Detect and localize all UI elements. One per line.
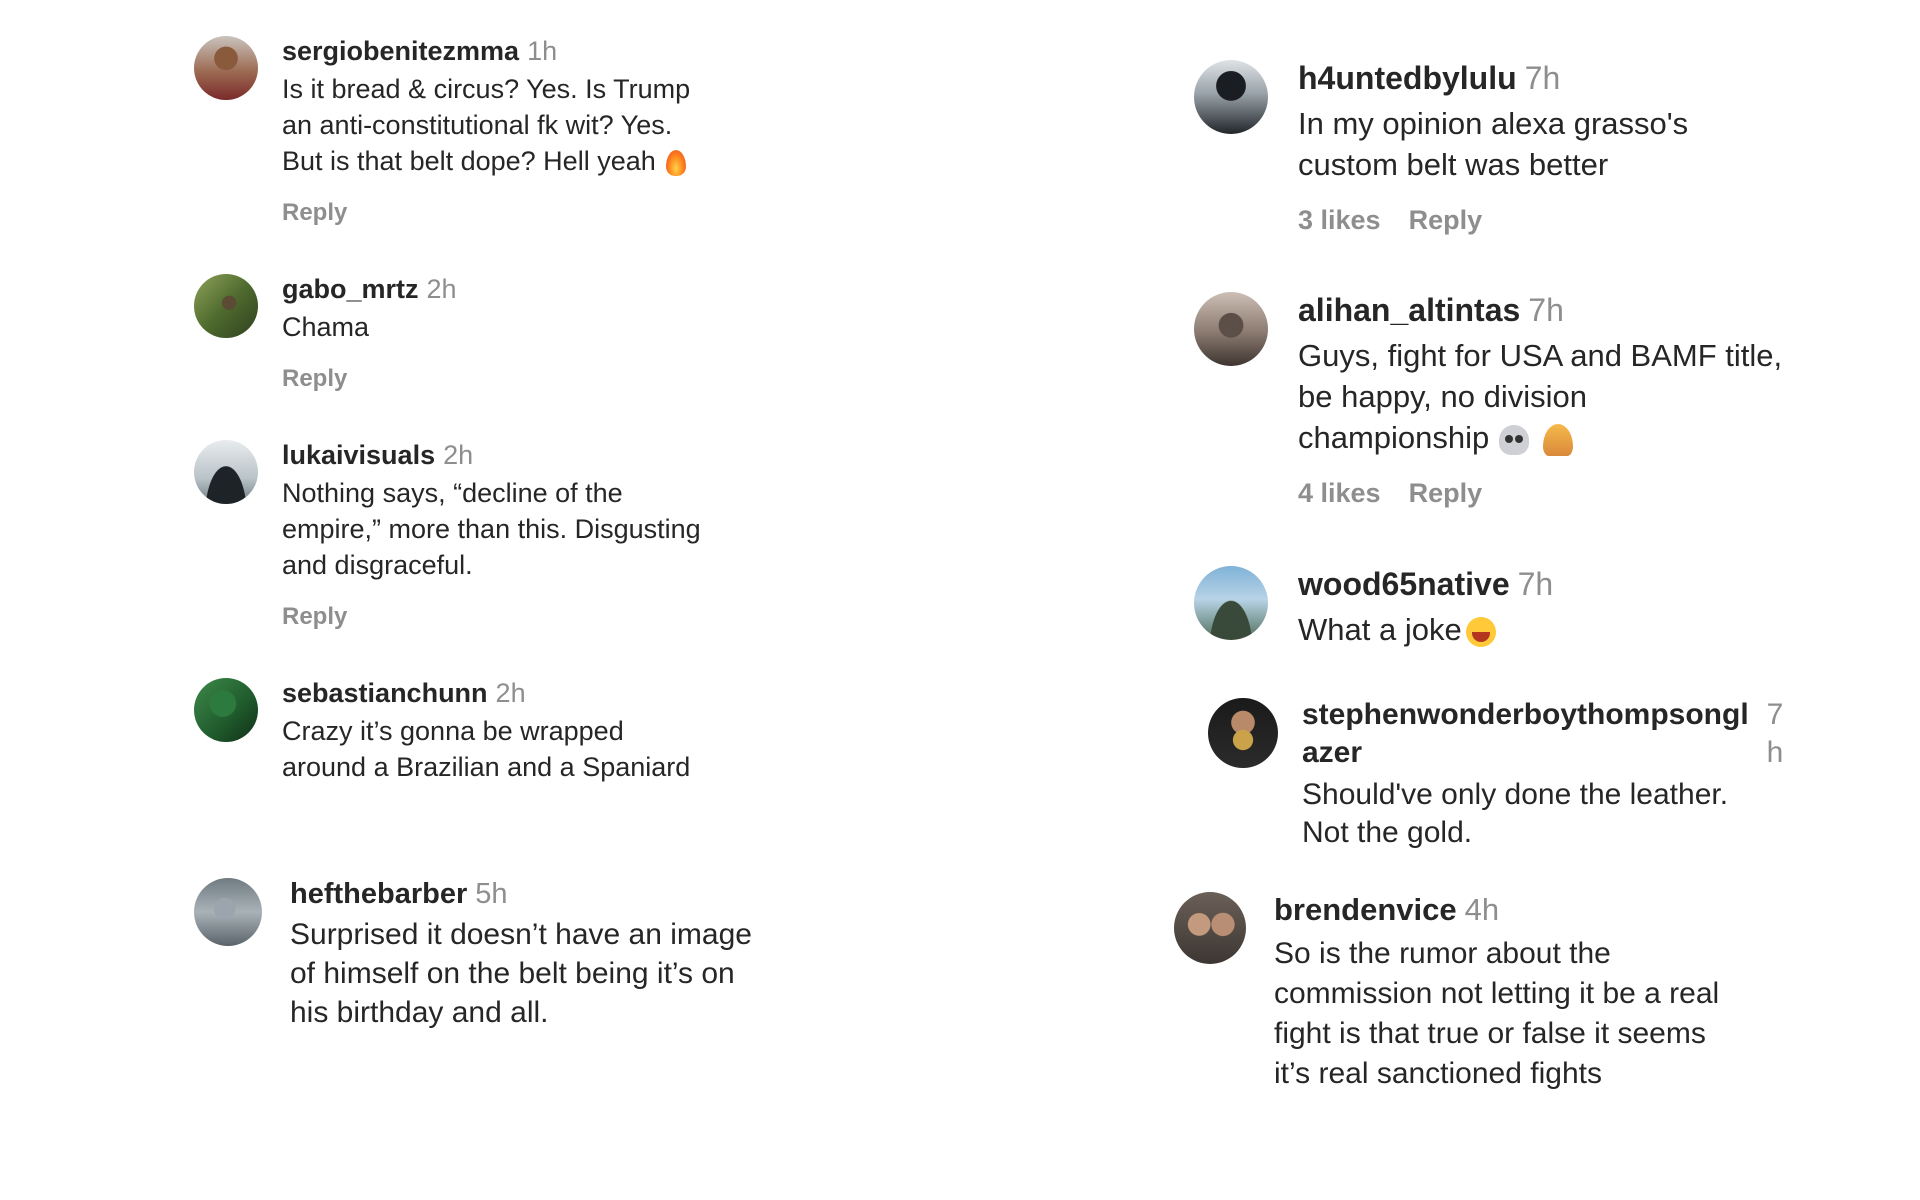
reply-button[interactable]: Reply bbox=[1409, 205, 1483, 236]
comment-line: Nothing says, “decline of the bbox=[282, 478, 623, 508]
username[interactable]: gabo_mrtz bbox=[282, 274, 419, 305]
timestamp: 1h bbox=[527, 36, 558, 66]
comment-line: commission not letting it be a real bbox=[1274, 977, 1720, 1010]
comment-brendenvice: brendenvice 4h So is the rumor about the… bbox=[1174, 892, 1719, 1094]
comment-text: In my opinion alexa grasso's custom belt… bbox=[1298, 103, 1688, 185]
reply-button[interactable]: Reply bbox=[282, 199, 347, 227]
skull-emoji bbox=[1499, 424, 1530, 455]
fire-emoji bbox=[665, 149, 686, 176]
comment-sebastianchunn: sebastianchunn 2h Crazy it’s gonna be wr… bbox=[194, 678, 690, 785]
comment-line: of himself on the belt being it’s on bbox=[290, 957, 735, 990]
comment-line: Guys, fight for USA and BAMF title, bbox=[1298, 338, 1783, 373]
avatar[interactable] bbox=[1194, 566, 1268, 640]
likes-count[interactable]: 4 likes bbox=[1298, 478, 1381, 509]
comment-line: But is that belt dope? Hell yeah bbox=[282, 146, 656, 176]
comment-hefthebarber: hefthebarber 5h Surprised it doesn’t hav… bbox=[194, 878, 752, 1032]
timestamp-part: h bbox=[1766, 736, 1784, 769]
comment-line: Surprised it doesn’t have an image bbox=[290, 918, 752, 951]
timestamp: 7 h bbox=[1767, 698, 1784, 770]
timestamp: 2h bbox=[443, 440, 474, 470]
likes-count[interactable]: 3 likes bbox=[1298, 205, 1381, 236]
timestamp: 7h bbox=[1517, 566, 1554, 602]
comment-sergiobenitezmma: sergiobenitezmma 1h Is it bread & circus… bbox=[194, 36, 690, 227]
comment-line: and disgraceful. bbox=[282, 550, 473, 580]
avatar[interactable] bbox=[194, 878, 262, 946]
comment-line: his birthday and all. bbox=[290, 996, 549, 1029]
timestamp-part: 7 bbox=[1766, 698, 1784, 731]
comment-alihan_altintas: alihan_altintas 7h Guys, fight for USA a… bbox=[1194, 292, 1782, 509]
comment-line: custom belt was better bbox=[1298, 147, 1609, 182]
reply-button[interactable]: Reply bbox=[282, 603, 347, 631]
timestamp: 2h bbox=[495, 678, 526, 708]
reply-button[interactable]: Reply bbox=[1409, 478, 1483, 509]
comment-line: championship bbox=[1298, 420, 1490, 455]
comment-text: So is the rumor about the commission not… bbox=[1274, 934, 1719, 1094]
comment-lukaivisuals: lukaivisuals 2h Nothing says, “decline o… bbox=[194, 440, 701, 631]
username[interactable]: h4untedbylulu bbox=[1298, 60, 1517, 97]
avatar[interactable] bbox=[1208, 698, 1278, 768]
comment-line: Chama bbox=[282, 312, 370, 342]
comment-line: an anti-constitutional fk wit? Yes. bbox=[282, 110, 673, 140]
username[interactable]: hefthebarber bbox=[290, 878, 467, 911]
comment-line: around a Brazilian and a Spaniard bbox=[282, 752, 691, 782]
comment-line: Is it bread & circus? Yes. Is Trump bbox=[282, 74, 691, 104]
timestamp: 7h bbox=[1524, 60, 1561, 96]
comment-text: What a joke bbox=[1298, 609, 1553, 650]
avatar[interactable] bbox=[194, 36, 258, 100]
username[interactable]: sebastianchunn bbox=[282, 678, 488, 709]
comment-text: Surprised it doesn’t have an image of hi… bbox=[290, 915, 752, 1032]
reply-button[interactable]: Reply bbox=[282, 365, 347, 393]
comment-line: So is the rumor about the bbox=[1274, 937, 1611, 970]
comment-line: Crazy it’s gonna be wrapped bbox=[282, 716, 624, 746]
folded-hands-emoji bbox=[1543, 423, 1574, 456]
comment-stephenwonderboythompsonglazer: stephenwonderboythompsongl azer 7 h Shou… bbox=[1208, 698, 1783, 852]
comment-line: be happy, no division bbox=[1298, 379, 1587, 414]
comment-line: empire,” more than this. Disgusting bbox=[282, 514, 701, 544]
comment-line: What a joke bbox=[1298, 612, 1462, 647]
username[interactable]: lukaivisuals bbox=[282, 440, 435, 471]
comment-line: fight is that true or false it seems bbox=[1274, 1017, 1706, 1050]
comment-text: Chama bbox=[282, 309, 457, 345]
avatar[interactable] bbox=[1174, 892, 1246, 964]
timestamp: 5h bbox=[475, 878, 508, 910]
comment-line: Should've only done the leather. bbox=[1302, 778, 1729, 811]
avatar[interactable] bbox=[1194, 292, 1268, 366]
avatar[interactable] bbox=[194, 678, 258, 742]
avatar[interactable] bbox=[194, 440, 258, 504]
timestamp: 4h bbox=[1464, 892, 1500, 927]
comment-line: In my opinion alexa grasso's bbox=[1298, 106, 1689, 141]
username[interactable]: stephenwonderboythompsongl bbox=[1302, 698, 1749, 732]
comment-text: Guys, fight for USA and BAMF title, be h… bbox=[1298, 335, 1782, 458]
username-continued[interactable]: azer bbox=[1302, 736, 1749, 770]
comment-wood65native: wood65native 7h What a joke bbox=[1194, 566, 1553, 650]
comment-line: Not the gold. bbox=[1302, 816, 1473, 849]
laughing-emoji bbox=[1465, 616, 1496, 647]
comment-gabo_mrtz: gabo_mrtz 2h Chama Reply bbox=[194, 274, 457, 393]
timestamp: 2h bbox=[426, 274, 457, 304]
username[interactable]: brendenvice bbox=[1274, 892, 1457, 928]
comment-text: Is it bread & circus? Yes. Is Trump an a… bbox=[282, 71, 690, 179]
username[interactable]: wood65native bbox=[1298, 566, 1510, 603]
username[interactable]: alihan_altintas bbox=[1298, 292, 1520, 329]
avatar[interactable] bbox=[1194, 60, 1268, 134]
comment-line: it’s real sanctioned fights bbox=[1274, 1057, 1602, 1090]
comment-text: Crazy it’s gonna be wrapped around a Bra… bbox=[282, 713, 690, 785]
username[interactable]: sergiobenitezmma bbox=[282, 36, 519, 67]
timestamp: 7h bbox=[1528, 292, 1564, 328]
comment-text: Nothing says, “decline of the empire,” m… bbox=[282, 475, 701, 583]
comment-text: Should've only done the leather. Not the… bbox=[1302, 776, 1772, 852]
comment-h4untedbylulu: h4untedbylulu 7h In my opinion alexa gra… bbox=[1194, 60, 1688, 236]
avatar[interactable] bbox=[194, 274, 258, 338]
